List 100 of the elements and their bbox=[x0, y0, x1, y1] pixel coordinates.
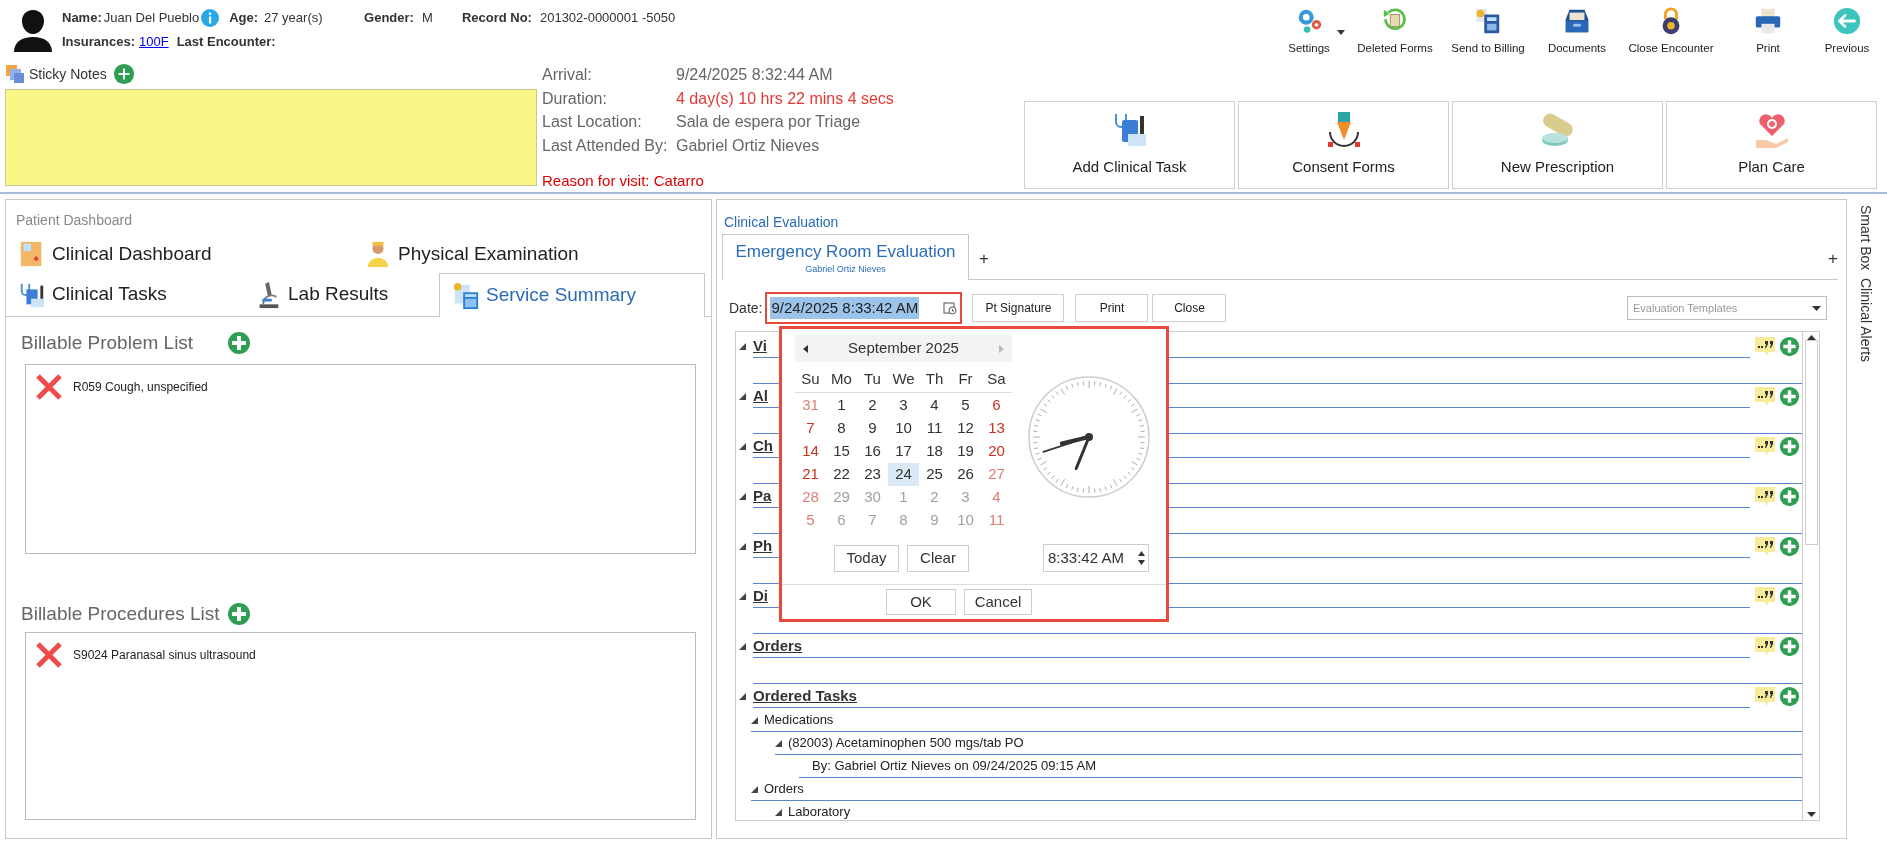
note-icon[interactable] bbox=[1754, 586, 1776, 607]
calendar-day[interactable]: 7 bbox=[795, 417, 826, 440]
action-button[interactable]: Add Clinical Task bbox=[1024, 101, 1235, 189]
collapse-triangle-icon[interactable] bbox=[739, 543, 746, 550]
toolbar-button[interactable]: Deleted Forms bbox=[1349, 6, 1441, 58]
collapse-triangle-icon[interactable] bbox=[739, 393, 746, 400]
calendar-day[interactable]: 1 bbox=[826, 394, 857, 417]
add-tab-button[interactable]: + bbox=[979, 246, 989, 266]
calendar-day[interactable]: 15 bbox=[826, 440, 857, 463]
calendar-day[interactable]: 25 bbox=[919, 463, 950, 486]
calendar-day[interactable]: 16 bbox=[857, 440, 888, 463]
section-heading[interactable]: Al bbox=[753, 384, 768, 407]
ok-button[interactable]: OK bbox=[886, 589, 956, 615]
previous-month-icon[interactable] bbox=[803, 344, 808, 353]
toolbar-button[interactable]: Settings bbox=[1273, 6, 1345, 58]
time-field[interactable]: 8:33:42 AM bbox=[1043, 544, 1149, 572]
note-icon[interactable] bbox=[1754, 386, 1776, 407]
collapse-triangle-icon[interactable] bbox=[739, 343, 746, 350]
note-icon[interactable] bbox=[1754, 536, 1776, 557]
section-heading[interactable]: Pa bbox=[753, 484, 772, 507]
collapse-triangle-icon[interactable] bbox=[739, 693, 746, 700]
toolbar-button[interactable]: Pt Signature bbox=[972, 294, 1065, 322]
calendar-day[interactable]: 13 bbox=[981, 417, 1012, 440]
side-tab[interactable]: Smart Box bbox=[1854, 205, 1876, 271]
calendar-day[interactable]: 12 bbox=[950, 417, 981, 440]
calendar-day[interactable]: 23 bbox=[857, 463, 888, 486]
section-heading[interactable]: Ph bbox=[753, 534, 773, 557]
tab[interactable]: Physical Examination bbox=[352, 239, 692, 269]
visit-value: 4 day(s) 10 hrs 22 mins 4 secs bbox=[676, 88, 894, 109]
spinner-icon[interactable] bbox=[1138, 551, 1145, 565]
calendar-day[interactable]: 26 bbox=[950, 463, 981, 486]
tab[interactable]: Clinical Dashboard bbox=[6, 239, 352, 269]
tab[interactable]: Clinical Tasks bbox=[6, 273, 242, 316]
toolbar-button[interactable]: Print bbox=[1075, 294, 1149, 322]
section-heading[interactable]: Vi bbox=[753, 334, 767, 357]
section-heading[interactable]: Di bbox=[753, 584, 768, 607]
calendar-day[interactable]: 17 bbox=[888, 440, 919, 463]
collapse-triangle-icon[interactable] bbox=[739, 643, 746, 650]
note-icon[interactable] bbox=[1754, 686, 1776, 707]
tab[interactable]: Lab Results bbox=[242, 273, 439, 316]
action-button[interactable]: Consent Forms bbox=[1238, 101, 1449, 189]
tab[interactable]: Service Summary bbox=[439, 273, 705, 317]
add-icon[interactable] bbox=[227, 331, 251, 355]
note-icon[interactable] bbox=[1754, 486, 1776, 507]
info-icon[interactable] bbox=[201, 9, 220, 27]
calendar-day[interactable]: 6 bbox=[981, 394, 1012, 417]
delete-x-icon[interactable] bbox=[35, 373, 63, 401]
note-icon[interactable] bbox=[1754, 636, 1776, 657]
note-icon[interactable] bbox=[1754, 336, 1776, 357]
calendar-day[interactable]: 19 bbox=[950, 440, 981, 463]
calendar-day[interactable]: 22 bbox=[826, 463, 857, 486]
visit-label: Duration: bbox=[542, 88, 608, 109]
collapse-triangle-icon[interactable] bbox=[739, 493, 746, 500]
collapse-triangle-icon[interactable] bbox=[751, 716, 758, 724]
calendar-day[interactable]: 11 bbox=[919, 417, 950, 440]
add-panel-button[interactable]: + bbox=[1828, 246, 1838, 266]
action-button[interactable]: New Prescription bbox=[1452, 101, 1663, 189]
calendar-day[interactable]: 14 bbox=[795, 440, 826, 463]
scrollbar[interactable] bbox=[1802, 332, 1819, 820]
section-heading[interactable]: Ch bbox=[753, 434, 773, 457]
calendar-day[interactable]: 8 bbox=[826, 417, 857, 440]
calendar-day[interactable]: 9 bbox=[857, 417, 888, 440]
clear-button[interactable]: Clear bbox=[907, 544, 969, 572]
section-heading[interactable]: Orders bbox=[753, 634, 803, 657]
side-tab[interactable]: Clinical Alerts bbox=[1854, 278, 1876, 363]
collapse-triangle-icon[interactable] bbox=[775, 739, 782, 747]
scroll-thumb[interactable] bbox=[1804, 340, 1818, 545]
collapse-triangle-icon[interactable] bbox=[775, 808, 782, 816]
calendar-day[interactable]: 21 bbox=[795, 463, 826, 486]
date-field[interactable]: 9/24/2025 8:33:42 AM bbox=[765, 292, 963, 324]
toolbar-button[interactable]: Previous bbox=[1813, 6, 1881, 58]
tab[interactable]: Emergency Room Evaluation Gabriel Ortiz Nieves bbox=[722, 234, 969, 280]
caret-icon[interactable] bbox=[1337, 30, 1345, 35]
section-heading[interactable]: Ordered Tasks bbox=[753, 684, 857, 707]
calendar-day[interactable]: 18 bbox=[919, 440, 950, 463]
collapse-triangle-icon[interactable] bbox=[739, 443, 746, 450]
today-button[interactable]: Today bbox=[834, 544, 899, 572]
add-icon[interactable] bbox=[227, 602, 251, 626]
calendar-day[interactable]: 24 bbox=[888, 463, 919, 486]
toolbar-button[interactable]: Send to Billing bbox=[1441, 6, 1535, 58]
cancel-button[interactable]: Cancel bbox=[964, 589, 1032, 615]
calendar-day[interactable]: 3 bbox=[888, 394, 919, 417]
calendar-day[interactable]: 10 bbox=[888, 417, 919, 440]
toolbar-button[interactable]: Documents bbox=[1535, 6, 1619, 58]
insurance-link[interactable]: 100F bbox=[139, 32, 169, 52]
calendar-clock-icon[interactable] bbox=[943, 301, 958, 315]
calendar-day[interactable]: 5 bbox=[950, 394, 981, 417]
collapse-triangle-icon[interactable] bbox=[751, 785, 758, 793]
calendar-day[interactable]: 4 bbox=[919, 394, 950, 417]
collapse-triangle-icon[interactable] bbox=[739, 593, 746, 600]
calendar-day[interactable]: 2 bbox=[857, 394, 888, 417]
add-icon[interactable] bbox=[112, 63, 135, 85]
delete-x-icon[interactable] bbox=[35, 641, 63, 669]
calendar-day[interactable]: 20 bbox=[981, 440, 1012, 463]
note-icon[interactable] bbox=[1754, 436, 1776, 457]
toolbar-button[interactable]: Print bbox=[1723, 6, 1813, 58]
action-button[interactable]: Plan Care bbox=[1666, 101, 1877, 189]
toolbar-button[interactable]: Close bbox=[1152, 294, 1227, 322]
toolbar-button[interactable]: Close Encounter bbox=[1619, 6, 1723, 58]
scroll-down-icon[interactable] bbox=[1806, 812, 1816, 817]
